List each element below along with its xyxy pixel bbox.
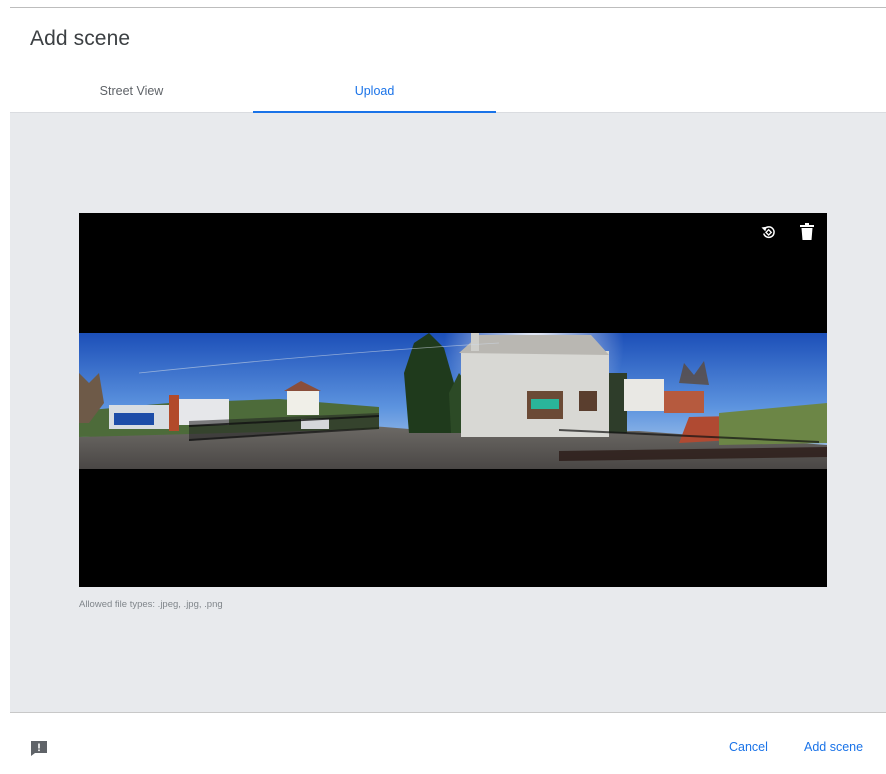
delete-button[interactable] <box>794 219 820 245</box>
dialog-title: Add scene <box>30 27 131 50</box>
top-divider <box>10 7 886 8</box>
feedback-button[interactable] <box>28 738 50 758</box>
rotate-icon <box>761 226 775 239</box>
tab-upload[interactable]: Upload <box>253 70 496 113</box>
cancel-button[interactable]: Cancel <box>725 738 772 756</box>
allowed-file-types: Allowed file types: .jpeg, .jpg, .png <box>79 599 223 610</box>
feedback-icon <box>31 740 47 756</box>
panorama-preview <box>79 213 827 587</box>
rotate-button[interactable] <box>756 219 782 245</box>
tab-upload-label: Upload <box>354 84 395 98</box>
footer-divider <box>10 712 886 713</box>
upload-panel: Allowed file types: .jpeg, .jpg, .png <box>10 113 886 712</box>
tab-bar: Street View Upload <box>10 70 886 113</box>
delete-icon <box>800 223 814 240</box>
tab-street-view[interactable]: Street View <box>10 70 253 112</box>
tab-street-view-label: Street View <box>99 84 164 98</box>
panorama-image <box>79 333 827 469</box>
add-scene-button[interactable]: Add scene <box>800 738 867 756</box>
